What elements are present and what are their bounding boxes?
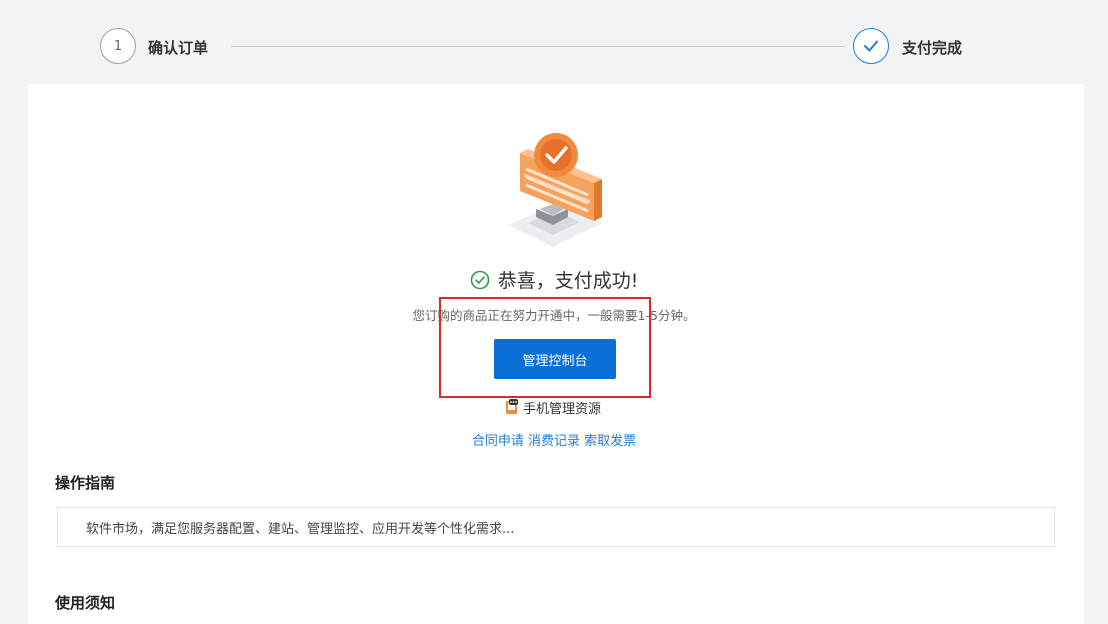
step-2-circle — [853, 28, 889, 64]
payment-success-illustration-icon — [508, 133, 602, 247]
check-icon — [864, 40, 878, 52]
activation-notice: 您订购的商品正在努力开通中，一般需要1-5分钟。 — [412, 308, 696, 323]
request-invoice-link[interactable]: 索取发票 — [584, 434, 636, 449]
success-check-circle-icon — [470, 270, 489, 290]
success-title-text: 恭喜，支付成功! — [497, 270, 639, 292]
mobile-app-icon — [505, 399, 519, 415]
console-button[interactable]: 管理控制台 — [494, 339, 616, 379]
step-1-label: 确认订单 — [148, 39, 209, 57]
operation-guide-box[interactable]: 软件市场，满足您服务器配置、建站、管理监控、应用开发等个性化需求... — [57, 507, 1055, 547]
success-title: 恭喜，支付成功! — [0, 266, 1108, 293]
step-1-number: 1 — [113, 38, 123, 54]
step-1-circle: 1 — [100, 28, 136, 64]
consumption-record-link[interactable]: 消费记录 — [528, 434, 580, 449]
operation-guide-title: 操作指南 — [55, 474, 116, 492]
mobile-manage-link[interactable]: 手机管理资源 — [505, 397, 601, 417]
step-connector-line — [231, 46, 845, 47]
mobile-manage-label: 手机管理资源 — [523, 401, 602, 417]
order-links: 合同申请 消费记录 索取发票 — [0, 430, 1108, 449]
contract-apply-link[interactable]: 合同申请 — [472, 434, 524, 449]
step-2-label: 支付完成 — [902, 39, 963, 57]
progress-stepper: 1 确认订单 支付完成 — [0, 0, 1108, 90]
operation-guide-text: 软件市场，满足您服务器配置、建站、管理监控、应用开发等个性化需求... — [86, 521, 515, 537]
